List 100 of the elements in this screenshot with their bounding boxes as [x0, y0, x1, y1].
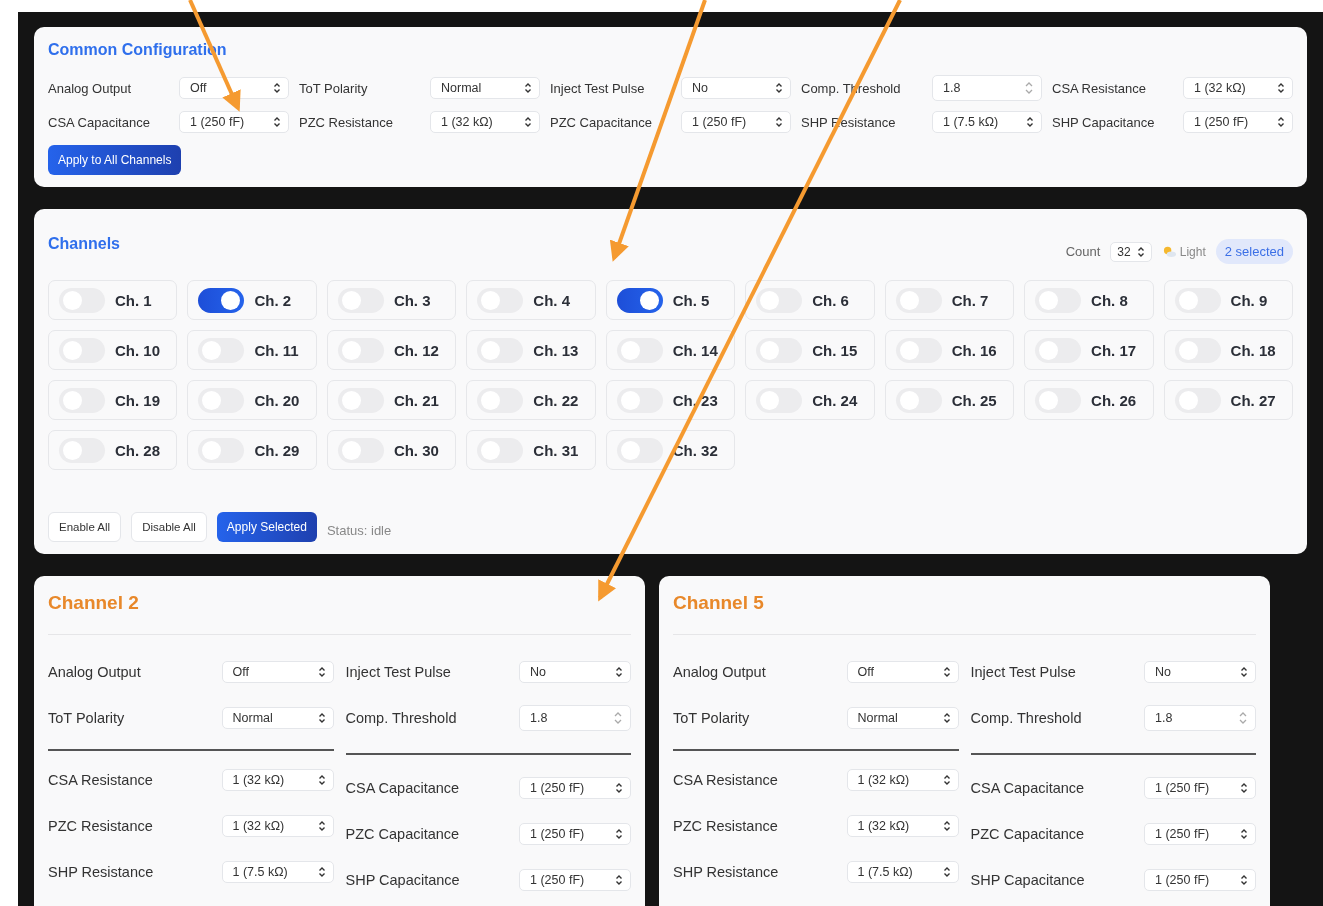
select-field[interactable]: Off — [179, 77, 289, 99]
chevron-icon — [273, 116, 281, 128]
chevron-icon — [615, 666, 623, 678]
select-field[interactable]: Normal — [430, 77, 540, 99]
chevron-icon — [1240, 874, 1248, 886]
select-field[interactable]: 1 (250 fF) — [519, 869, 631, 891]
channel-toggle[interactable]: Ch. 8 — [1024, 280, 1154, 320]
field-label: SHP Resistance — [673, 864, 779, 880]
channel-toggle[interactable]: Ch. 7 — [884, 280, 1015, 320]
channel-toggle[interactable]: Ch. 6 — [745, 280, 875, 320]
spinner-icon[interactable] — [1024, 80, 1034, 96]
channel-toggle[interactable]: Ch. 3 — [326, 280, 457, 320]
select-field[interactable]: 1 (250 fF) — [519, 823, 631, 845]
select-field[interactable]: 1 (7.5 kΩ) — [846, 861, 959, 883]
channel-toggle[interactable]: Ch. 11 — [187, 330, 317, 370]
number-field[interactable]: 1.8 — [932, 75, 1042, 101]
action-button[interactable]: Disable All — [131, 512, 207, 542]
select-field[interactable]: 1 (250 fF) — [519, 777, 631, 799]
channel-toggle[interactable]: Ch. 28 — [48, 430, 178, 470]
select-field[interactable]: 1 (32 kΩ) — [221, 769, 334, 791]
toggle-switch[interactable] — [616, 437, 663, 463]
channel-toggle[interactable]: Ch. 14 — [605, 330, 736, 370]
select-field[interactable]: 1 (32 kΩ) — [221, 815, 334, 837]
select-field[interactable]: Normal — [846, 707, 959, 729]
channel-toggle[interactable]: Ch. 24 — [745, 380, 875, 420]
count-label: Count — [1065, 244, 1101, 259]
channel-toggle[interactable]: Ch. 1 — [48, 280, 178, 320]
field-label: CSA Resistance — [48, 772, 153, 788]
channel-toggle[interactable]: Ch. 19 — [48, 380, 178, 420]
channel-toggle[interactable]: Ch. 17 — [1024, 330, 1154, 370]
chevron-icon — [942, 666, 951, 678]
field-label: Analog Output — [48, 80, 133, 96]
action-button[interactable]: Enable All — [48, 512, 122, 542]
action-button[interactable]: Apply Selected — [216, 512, 317, 542]
count-select[interactable]: 32 — [1110, 241, 1152, 262]
channel-toggle[interactable]: Ch. 15 — [745, 330, 875, 370]
channel-toggle[interactable]: Ch. 16 — [884, 330, 1015, 370]
toggle-switch[interactable] — [616, 287, 663, 313]
spinner-icon[interactable] — [613, 710, 623, 726]
panel-title: Channel 5 — [673, 592, 1256, 635]
chevron-icon — [1240, 666, 1248, 678]
chevron-icon — [317, 820, 326, 832]
channel-toggle[interactable]: Ch. 5 — [605, 280, 736, 320]
chevron-icon — [1136, 245, 1145, 258]
field-label: CSA Capacitance — [970, 780, 1085, 796]
channel-toggle[interactable]: Ch. 29 — [187, 430, 317, 470]
select-field[interactable]: Off — [221, 661, 334, 683]
channel-toggle[interactable]: Ch. 10 — [48, 330, 178, 370]
field-label: PZC Capacitance — [550, 114, 653, 130]
channel-toggle[interactable]: Ch. 9 — [1163, 280, 1293, 320]
select-field[interactable]: 1 (32 kΩ) — [1183, 77, 1293, 99]
chevron-icon — [942, 866, 951, 878]
channel-toggle[interactable]: Ch. 12 — [326, 330, 457, 370]
number-field[interactable]: 1.8 — [1144, 705, 1256, 731]
channel-toggle[interactable]: Ch. 23 — [605, 380, 736, 420]
select-field[interactable]: No — [1144, 661, 1256, 683]
field-label: Inject Test Pulse — [970, 664, 1076, 680]
select-field[interactable]: 1 (250 fF) — [681, 111, 791, 133]
channel-toggle[interactable]: Ch. 31 — [466, 430, 596, 470]
field-label: SHP Resistance — [48, 864, 154, 880]
field-label: PZC Resistance — [673, 818, 778, 834]
channel-toggle[interactable]: Ch. 27 — [1163, 380, 1293, 420]
field-label: Inject Test Pulse — [345, 664, 451, 680]
sun-cloud-icon — [1161, 245, 1177, 258]
toggle-switch[interactable] — [756, 287, 803, 313]
field-label: ToT Polarity — [299, 80, 369, 96]
chevron-icon — [942, 820, 951, 832]
field-label: PZC Resistance — [48, 818, 153, 834]
channel-toggle[interactable]: Ch. 21 — [326, 380, 457, 420]
select-field[interactable]: 1 (32 kΩ) — [846, 769, 959, 791]
field-label: PZC Capacitance — [970, 826, 1085, 842]
channel-toggle[interactable]: Ch. 13 — [466, 330, 596, 370]
select-field[interactable]: 1 (7.5 kΩ) — [932, 111, 1042, 133]
channel-toggle[interactable]: Ch. 30 — [326, 430, 457, 470]
select-field[interactable]: No — [519, 661, 631, 683]
channel-toggle[interactable]: Ch. 22 — [466, 380, 596, 420]
select-field[interactable]: 1 (250 fF) — [1144, 777, 1256, 799]
select-field[interactable]: Off — [846, 661, 959, 683]
apply-all-button[interactable]: Apply to All Channels — [48, 145, 182, 175]
select-field[interactable]: 1 (250 fF) — [1144, 823, 1256, 845]
select-field[interactable]: No — [681, 77, 791, 99]
field-label: SHP Capacitance — [345, 872, 460, 888]
select-field[interactable]: 1 (7.5 kΩ) — [221, 861, 334, 883]
select-field[interactable]: Normal — [221, 707, 334, 729]
select-field[interactable]: 1 (250 fF) — [1144, 869, 1256, 891]
select-field[interactable]: 1 (32 kΩ) — [846, 815, 959, 837]
toggle-switch[interactable] — [198, 287, 245, 313]
select-field[interactable]: 1 (250 fF) — [179, 111, 289, 133]
channel-toggle[interactable]: Ch. 2 — [187, 280, 317, 320]
number-field[interactable]: 1.8 — [519, 705, 631, 731]
channel-toggle[interactable]: Ch. 4 — [466, 280, 596, 320]
theme-toggle[interactable]: Light — [1161, 244, 1206, 259]
channel-toggle[interactable]: Ch. 20 — [187, 380, 317, 420]
spinner-icon[interactable] — [1238, 710, 1248, 726]
select-field[interactable]: 1 (32 kΩ) — [430, 111, 540, 133]
channel-toggle[interactable]: Ch. 26 — [1024, 380, 1154, 420]
channel-toggle[interactable]: Ch. 25 — [884, 380, 1015, 420]
select-field[interactable]: 1 (250 fF) — [1183, 111, 1293, 133]
chevron-icon — [775, 116, 783, 128]
channel-toggle[interactable]: Ch. 18 — [1163, 330, 1293, 370]
